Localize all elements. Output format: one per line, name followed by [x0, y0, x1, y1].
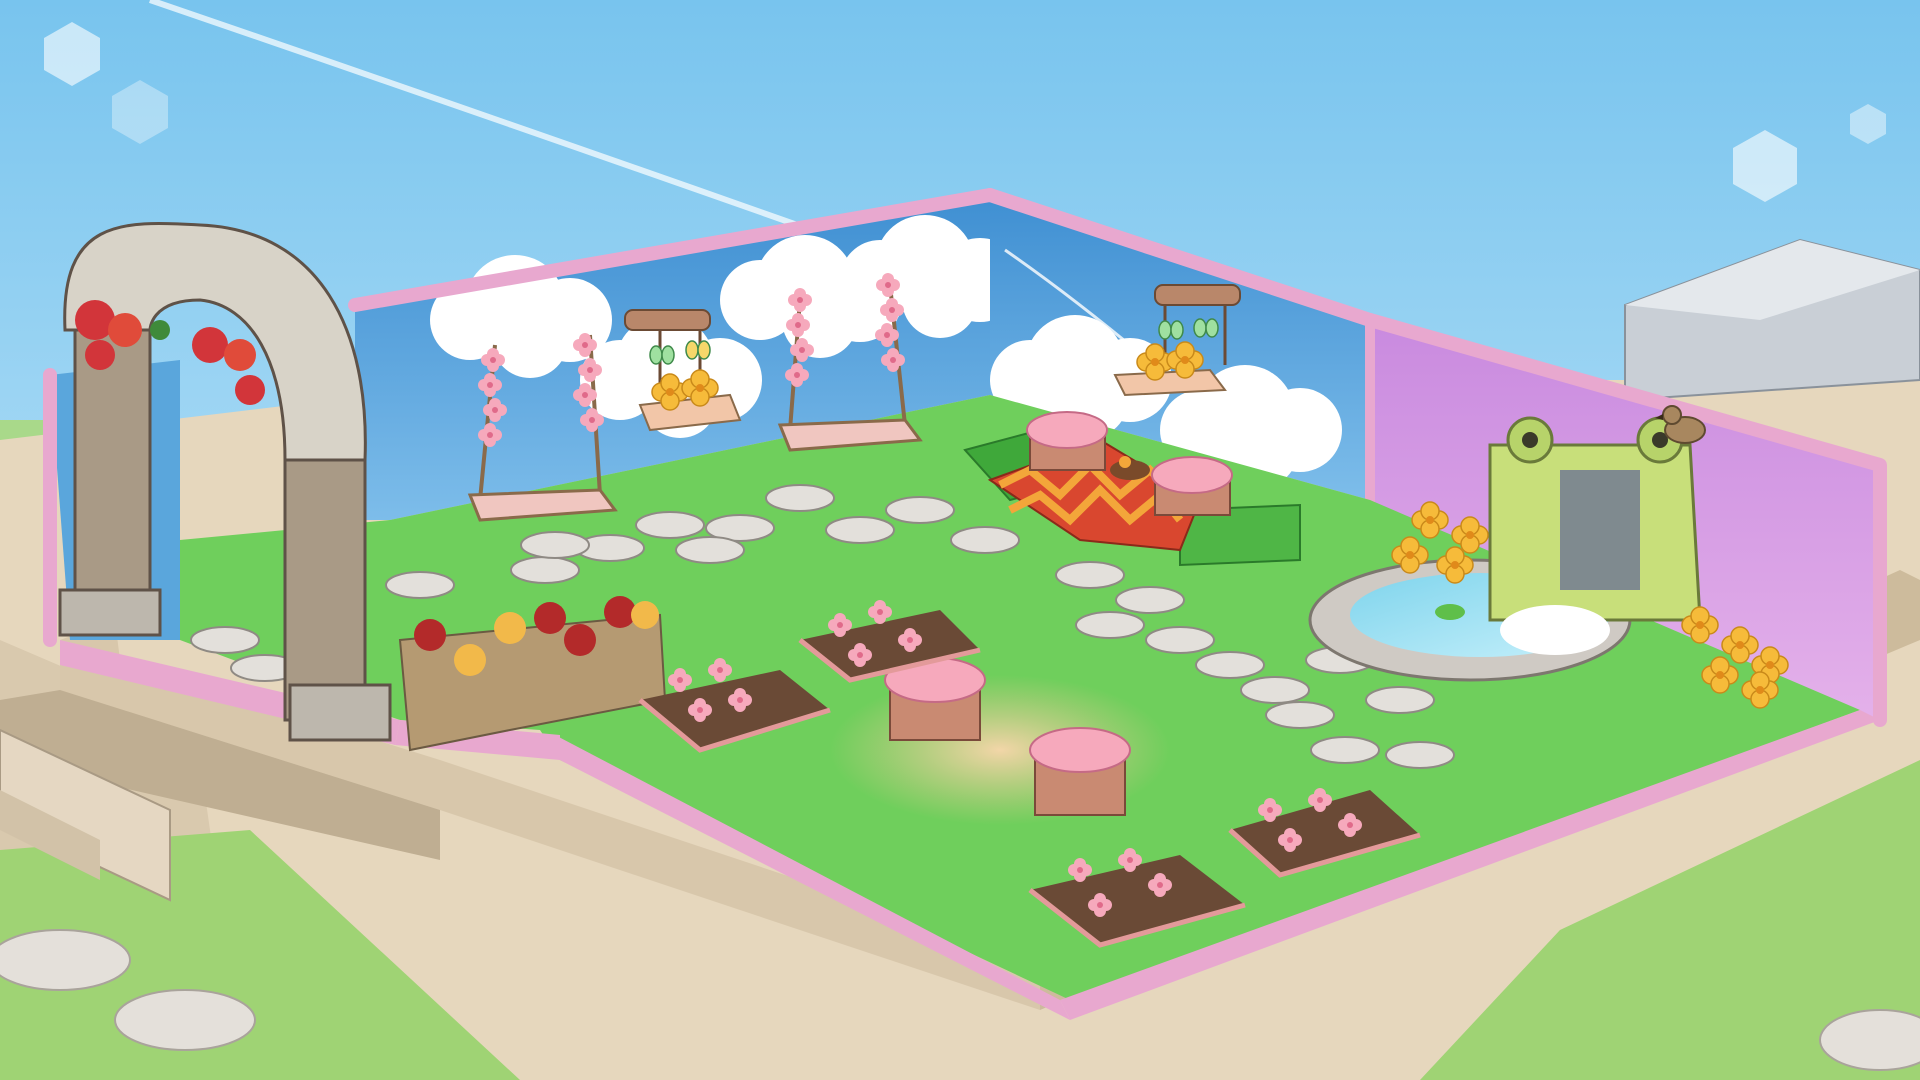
- lily-pad: [1435, 604, 1465, 620]
- frog-fountain: [1488, 416, 1702, 622]
- blossom-stump[interactable]: [1029, 727, 1131, 816]
- blossom-stump[interactable]: [1026, 411, 1108, 471]
- garden-scene: [0, 0, 1920, 1080]
- blossom-stump[interactable]: [1151, 456, 1233, 516]
- water-splash: [1500, 605, 1610, 655]
